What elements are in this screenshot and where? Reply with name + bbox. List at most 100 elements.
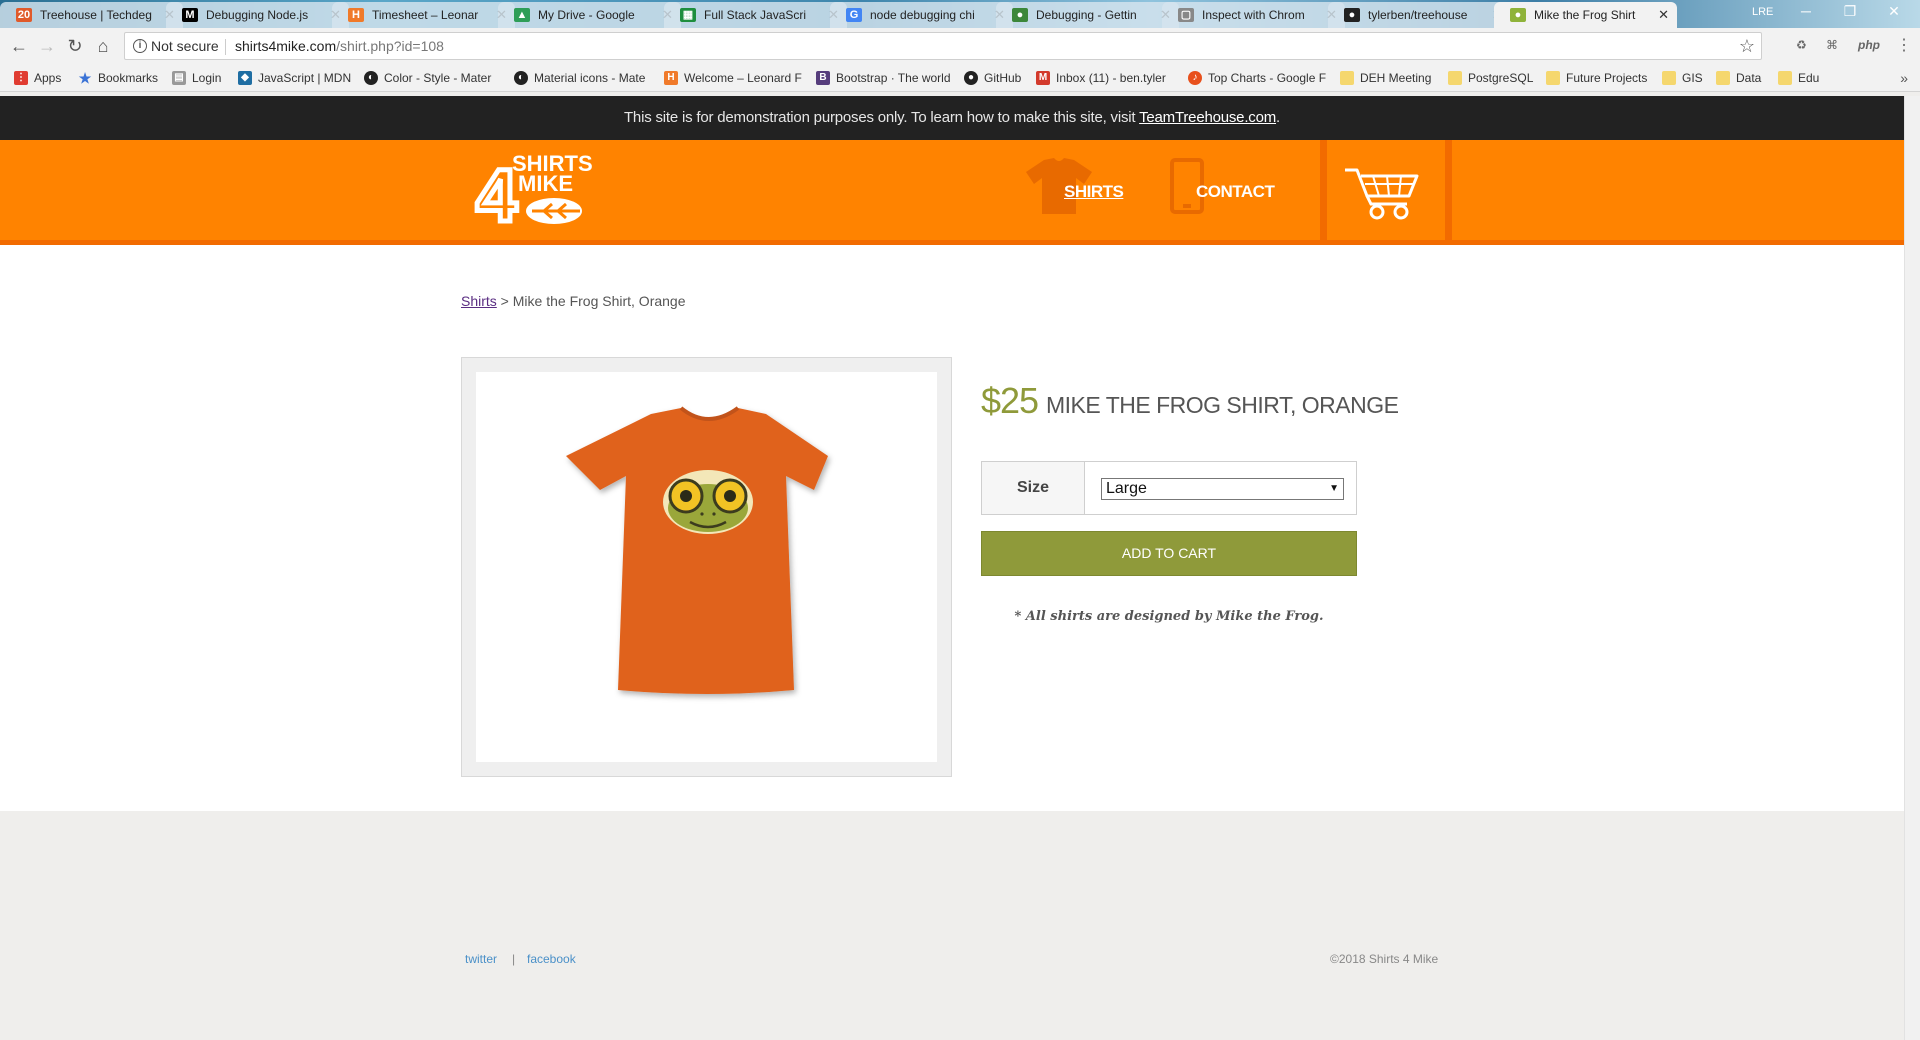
tab-google-drive[interactable]: ▲ My Drive - Google ✕ [498, 2, 681, 28]
cart-button[interactable] [1320, 140, 1452, 240]
url-host: shirts4mike.com [235, 38, 337, 54]
bookmark-label: GIS [1682, 71, 1703, 85]
dropdown-arrow-icon: ▼ [1329, 483, 1339, 494]
profile-label[interactable]: LRE [1752, 6, 1773, 18]
bookmark-github[interactable]: ● GitHub [964, 64, 1021, 92]
nav-shirts[interactable]: SHIRTS [1022, 140, 1124, 240]
page-scrollbar[interactable] [1904, 96, 1920, 1040]
url-text: shirts4mike.com/shirt.php?id=108 [235, 33, 444, 59]
forward-icon[interactable]: → [36, 35, 58, 57]
bookmark-login[interactable]: ▤ Login [172, 64, 221, 92]
bookmark-gis[interactable]: GIS [1662, 64, 1703, 92]
folder-icon [1448, 71, 1462, 85]
tab-label: My Drive - Google [538, 8, 635, 22]
extension-icon[interactable]: ⌘ [1826, 38, 1838, 52]
tab-google-search[interactable]: G node debugging chi ✕ [830, 2, 1013, 28]
treehouse-icon: 20 [16, 8, 32, 22]
reload-icon[interactable]: ↻ [64, 35, 86, 57]
document-icon: ▢ [1178, 8, 1194, 22]
login-icon: ▤ [172, 71, 186, 85]
tab-label: node debugging chi [870, 8, 975, 22]
back-icon[interactable]: ← [8, 35, 30, 57]
bookmark-edu[interactable]: Edu [1778, 64, 1819, 92]
tab-github[interactable]: ● tylerben/treehouse ✕ [1328, 2, 1511, 28]
tab-inspect-chrome[interactable]: ▢ Inspect with Chrom ✕ [1162, 2, 1345, 28]
add-to-cart-button[interactable]: ADD TO CART [981, 531, 1357, 576]
treehouse-link[interactable]: TeamTreehouse.com [1139, 109, 1276, 126]
bookmark-material-icons[interactable]: ◐ Material icons - Mate [514, 64, 645, 92]
product-image-frame [461, 357, 952, 777]
info-icon[interactable]: i [133, 39, 147, 53]
bootstrap-icon: B [816, 71, 830, 85]
security-label: Not secure [151, 38, 219, 54]
bookmark-apps[interactable]: ⋮ Apps [14, 64, 61, 92]
bookmark-label: Material icons - Mate [534, 71, 646, 85]
bookmark-data[interactable]: Data [1716, 64, 1761, 92]
frog-icon: ● [1510, 8, 1526, 22]
bookmark-label: Data [1736, 71, 1762, 85]
bookmark-mdn[interactable]: ◆ JavaScript | MDN [238, 64, 351, 92]
bookmark-label: DEH Meeting [1360, 71, 1432, 85]
site-footer: twitter | facebook ©2018 Shirts 4 Mike [0, 811, 1904, 1040]
url-path: /shirt.php?id=108 [336, 38, 444, 54]
tab-label: Debugging Node.js [206, 8, 309, 22]
play-music-icon: ♪ [1188, 71, 1202, 85]
star-icon[interactable]: ☆ [1739, 33, 1755, 59]
demo-notice-text: This site is for demonstration purposes … [623, 109, 1136, 126]
tab-debugging-getting[interactable]: ● Debugging - Gettin ✕ [996, 2, 1179, 28]
frog-shirt-image [566, 406, 828, 694]
nav-contact-label: CONTACT [1196, 182, 1275, 201]
tab-debugging-node[interactable]: M Debugging Node.js ✕ [166, 2, 349, 28]
breadcrumb-shirts-link[interactable]: Shirts [461, 293, 497, 309]
bookmark-future-projects[interactable]: Future Projects [1546, 64, 1647, 92]
tab-timesheet[interactable]: H Timesheet – Leonar ✕ [332, 2, 515, 28]
site-header: SHIRTS 4 MIKE SHIRTS CONTACT [0, 140, 1904, 245]
bookmark-welcome[interactable]: H Welcome – Leonard F [664, 64, 802, 92]
close-icon[interactable]: ✕ [1658, 2, 1669, 28]
tab-treehouse[interactable]: 20 Treehouse | Techdeg ✕ [0, 2, 183, 28]
shirts4mike-logo[interactable]: SHIRTS 4 MIKE [474, 149, 598, 240]
bookmark-top-charts[interactable]: ♪ Top Charts - Google F [1188, 64, 1326, 92]
tab-label: Timesheet – Leonar [372, 8, 479, 22]
google-icon: G [846, 8, 862, 22]
address-bar[interactable]: i Not secure shirts4mike.com/shirt.php?i… [124, 32, 1762, 60]
restore-icon[interactable]: ❐ [1830, 3, 1870, 20]
bookmark-inbox[interactable]: M Inbox (11) - ben.tyler [1036, 64, 1166, 92]
material-icon: ◐ [364, 71, 378, 85]
facebook-link[interactable]: facebook [527, 952, 576, 966]
menu-icon[interactable]: ⋮ [1896, 35, 1912, 55]
size-selector-row: Size Large ▼ [981, 461, 1357, 515]
bookmark-label: Apps [34, 71, 62, 85]
bookmark-deh-meeting[interactable]: DEH Meeting [1340, 64, 1431, 92]
bookmarks-bar: ⋮ Apps ★ Bookmarks ▤ Login ◆ JavaScript | MD… [0, 64, 1920, 92]
bookmark-bootstrap[interactable]: B Bootstrap · The world [816, 64, 951, 92]
more-bookmarks-icon[interactable]: » [1900, 64, 1908, 92]
bookmark-label: Future Projects [1566, 71, 1648, 85]
cart-icon [1345, 168, 1419, 220]
tab-mike-the-frog[interactable]: ● Mike the Frog Shirt ✕ [1494, 2, 1677, 28]
product-image [476, 372, 937, 762]
browser-toolbar: ← → ↻ ⌂ i Not secure shirts4mike.com/shi… [0, 28, 1920, 64]
nav-contact[interactable]: CONTACT [1168, 140, 1278, 240]
size-label: Size [982, 462, 1085, 514]
bookmark-bookmarks[interactable]: ★ Bookmarks [78, 64, 158, 92]
gmail-icon: M [1036, 71, 1050, 85]
bookmark-label: Login [192, 71, 222, 85]
home-icon[interactable]: ⌂ [92, 35, 114, 57]
mdn-icon: ◆ [238, 71, 252, 85]
harvest-icon: H [664, 71, 678, 85]
bookmark-label: JavaScript | MDN [258, 71, 352, 85]
nav-shirts-label: SHIRTS [1064, 182, 1124, 201]
close-window-icon[interactable]: ✕ [1874, 3, 1914, 20]
logo-mike-text: MIKE [518, 171, 573, 196]
folder-icon [1340, 71, 1354, 85]
php-extension-icon[interactable]: php [1858, 38, 1880, 52]
size-select[interactable]: Large ▼ [1101, 478, 1344, 500]
tab-label: Debugging - Gettin [1036, 8, 1137, 22]
minimize-icon[interactable]: ─ [1786, 3, 1826, 19]
bookmark-color-style[interactable]: ◐ Color - Style - Mater [364, 64, 491, 92]
twitter-link[interactable]: twitter [465, 952, 497, 966]
tab-full-stack[interactable]: ▦ Full Stack JavaScri ✕ [664, 2, 847, 28]
bookmark-postgresql[interactable]: PostgreSQL [1448, 64, 1533, 92]
extension-recycle-icon[interactable]: ♻ [1796, 38, 1807, 52]
